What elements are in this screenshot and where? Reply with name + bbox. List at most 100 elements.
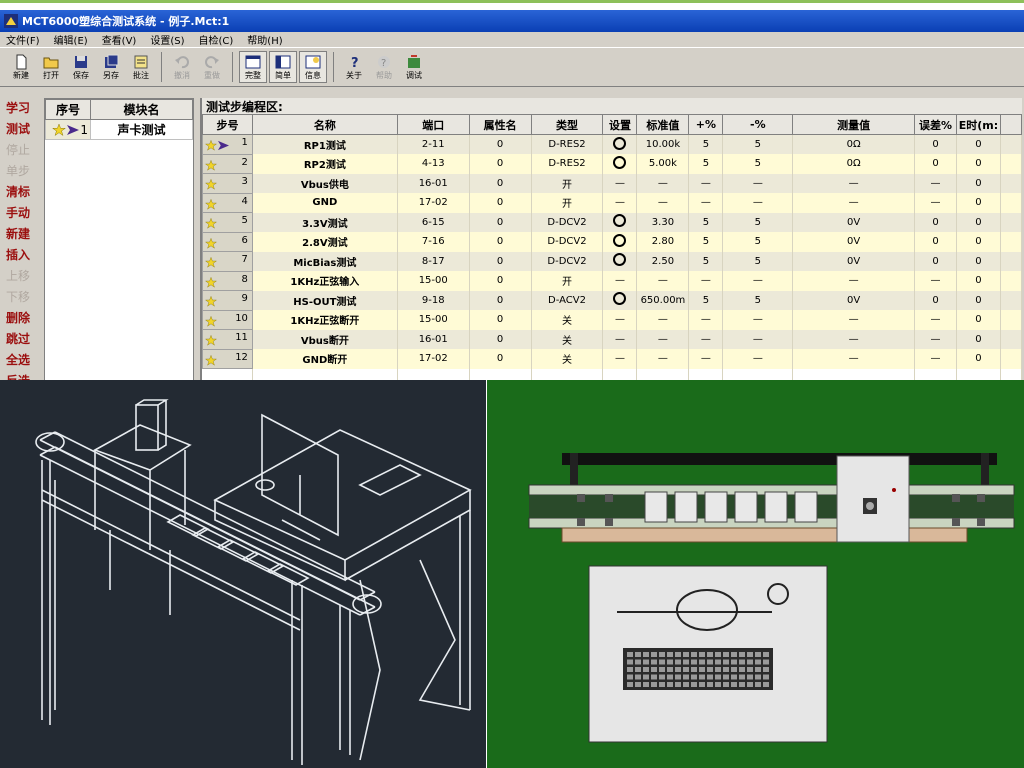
table-row[interactable]: 7 MicBias测试 8-17 0 D-DCV2 2.50 5 5 0V 0 0 [202,251,1023,272]
nav-action[interactable]: 反选 [6,371,40,380]
column-header[interactable]: E时(m: [955,114,1001,135]
column-header[interactable]: 步号 [202,114,253,135]
toolbar-button-debug[interactable]: 调试 [399,50,429,84]
table-row[interactable]: 6 2.8V测试 7-16 0 D-DCV2 2.80 5 5 0V 0 0 [202,231,1023,252]
setting-cell: — [602,271,638,291]
setting-indicator-icon[interactable] [613,214,627,228]
toolbar-button-save-as[interactable]: 另存 [96,50,126,84]
port-cell: 15-00 [397,271,470,291]
module-name: 声卡测试 [90,119,193,140]
toolbar-button-undo[interactable]: 撤消 [167,50,197,84]
minus-cell: 5 [722,154,794,174]
table-row[interactable]: 3 Vbus供电 16-01 0 开 — — — — — —0 [202,173,1023,194]
cad-wireframe-view [0,380,486,768]
nav-action[interactable]: 全选 [6,350,40,371]
empty-row[interactable] [202,368,1023,380]
setting-indicator-icon[interactable] [613,136,627,150]
table-row[interactable]: 10 1KHz正弦断开 15-00 0 关 — — — — — —0 [202,309,1023,330]
open-folder-icon [43,57,59,68]
column-header[interactable]: 标准值 [636,114,690,135]
toolbar-button-label: 重做 [204,70,220,80]
nav-action[interactable]: 停止 [6,140,40,161]
table-row[interactable]: 1 RP1测试 2-11 0 D-RES2 10.00k 5 5 0Ω 0 0 [202,134,1023,155]
attr-cell: 0 [469,349,532,369]
nav-action[interactable]: 跳过 [6,329,40,350]
table-row[interactable]: 12 GND断开 17-02 0 关 — — — — — —0 [202,348,1023,369]
setting-indicator-icon[interactable] [613,233,627,247]
minus-cell: — [722,329,794,349]
menu-item[interactable]: 自检(C) [199,32,234,47]
column-header[interactable]: 测量值 [792,114,916,135]
module-row[interactable]: 1 声卡测试 [45,119,193,140]
column-header[interactable]: 设置 [602,114,638,135]
step-number: 3 [241,176,248,188]
top-view-drawing [528,453,1015,743]
nav-action[interactable]: 插入 [6,245,40,266]
column-header[interactable]: 名称 [251,114,398,135]
nav-action[interactable]: 学习 [6,98,40,119]
column-header[interactable]: +% [688,114,724,135]
std-cell: — [636,310,690,330]
nav-action[interactable]: 测试 [6,119,40,140]
nav-action[interactable]: 新建 [6,224,40,245]
attr-cell: 0 [469,193,532,213]
table-row[interactable]: 2 RP2测试 4-13 0 D-RES2 5.00k 5 5 0Ω 0 0 [202,153,1023,174]
table-row[interactable]: 9 HS-OUT测试 9-18 0 D-ACV2 650.00m 5 5 0V 0 0 [202,290,1023,311]
toolbar-button-new-file[interactable]: 新建 [6,50,36,84]
row-filler [1000,349,1023,369]
column-header[interactable]: 属性名 [468,114,532,135]
window-titlebar: MCT6000塑综合测试系统 - 例子.Mct:1 [0,10,1024,32]
toolbar-button-annotate[interactable]: 批注 [126,50,156,84]
std-cell: — [636,349,690,369]
nav-action[interactable]: 手动 [6,203,40,224]
setting-cell [602,251,638,271]
minus-cell: 5 [722,290,794,310]
toolbar-button-label: 打开 [43,70,59,80]
menu-item[interactable]: 文件(F) [6,32,40,47]
toolbar-button-redo[interactable]: 重做 [197,50,227,84]
nav-action[interactable]: 清标 [6,182,40,203]
setting-indicator-icon[interactable] [613,292,627,306]
column-header[interactable]: 类型 [530,114,604,135]
nav-action[interactable]: 单步 [6,161,40,182]
setting-cell [602,232,638,252]
toolbar-button-save[interactable]: 保存 [66,50,96,84]
step-cell: 7 [202,251,253,272]
nav-action[interactable]: 上移 [6,266,40,287]
toolbar-button-open-folder[interactable]: 打开 [36,50,66,84]
column-header[interactable]: -% [722,114,794,135]
toolbar-button-full-view[interactable]: 完整 [239,51,267,83]
menu-item[interactable]: 帮助(H) [247,32,282,47]
setting-indicator-icon[interactable] [613,155,627,169]
nav-action[interactable]: 下移 [6,287,40,308]
table-row[interactable]: 8 1KHz正弦输入 15-00 0 开 — — — — — —0 [202,270,1023,291]
err-cell: — [914,173,957,193]
std-cell: 5.00k [636,154,690,174]
table-row[interactable]: 4 GND 17-02 0 开 — — — — — —0 [202,192,1023,213]
column-header[interactable]: 误差% [914,114,957,135]
toolbar-button-simple-view[interactable]: 简单 [269,51,297,83]
attr-cell: 0 [469,251,532,271]
toolbar-button-info[interactable]: 信息 [299,51,327,83]
type-cell: 关 [531,310,604,330]
column-header[interactable]: 端口 [396,114,470,135]
table-row[interactable]: 5 3.3V测试 6-15 0 D-DCV2 3.30 5 5 0V 0 0 [202,212,1023,233]
err-cell: 0 [914,232,957,252]
menu-item[interactable]: 设置(S) [150,32,184,47]
port-cell: 2-11 [397,134,470,154]
table-row[interactable]: 11 Vbus断开 16-01 0 关 — — — — — —0 [202,329,1023,350]
type-cell: 开 [531,173,604,193]
menu-item[interactable]: 查看(V) [102,32,137,47]
menu-item[interactable]: 编辑(E) [54,32,88,47]
setting-indicator-icon[interactable] [613,253,627,267]
port-cell: 9-18 [397,290,470,310]
port-cell: 17-02 [397,349,470,369]
err-cell: 0 [914,212,957,232]
step-number: 5 [241,215,248,227]
app-window: MCT6000塑综合测试系统 - 例子.Mct:1 文件(F) 编辑(E) 查看(V… [0,10,1024,380]
module-header-index: 序号 [45,99,91,120]
toolbar-button-about[interactable]: ? 关于 [339,50,369,84]
menu-bar: 文件(F) 编辑(E) 查看(V) 设置(S) 自检(C) 帮助(H) [0,32,1024,47]
toolbar-button-help[interactable]: ? 帮助 [369,50,399,84]
nav-action[interactable]: 删除 [6,308,40,329]
